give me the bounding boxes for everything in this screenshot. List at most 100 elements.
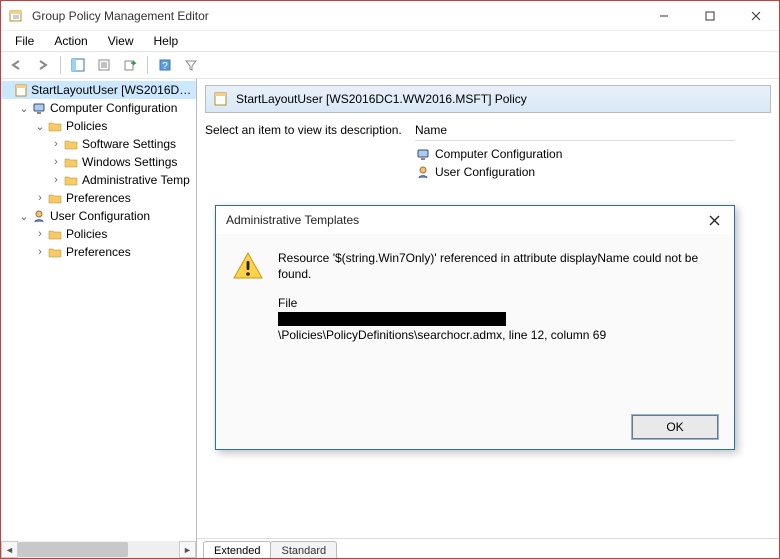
folder-icon (63, 154, 79, 170)
tab-label: Standard (281, 545, 326, 557)
list-item-computer-config[interactable]: Computer Configuration (415, 145, 771, 163)
folder-icon (47, 244, 63, 260)
tree-pane: StartLayoutUser [WS2016DC1.W ⌄ Computer … (1, 79, 197, 558)
close-button[interactable] (733, 1, 779, 30)
chevron-right-icon[interactable]: › (49, 156, 63, 168)
folder-icon (63, 172, 79, 188)
chevron-right-icon[interactable]: › (49, 138, 63, 150)
tree-label: Preferences (66, 191, 131, 205)
tabs-bar: Extended Standard (197, 538, 779, 558)
dialog-path-tail: \Policies\PolicyDefinitions\searchocr.ad… (278, 328, 606, 342)
toolbar-separator-2 (147, 56, 148, 74)
ok-button[interactable]: OK (632, 415, 718, 439)
scroll-thumb[interactable] (18, 542, 128, 557)
properties-button[interactable] (92, 54, 116, 76)
menu-action[interactable]: Action (46, 32, 95, 50)
chevron-down-icon[interactable]: ⌄ (33, 120, 47, 133)
dialog-message: Resource '$(string.Win7Only)' referenced… (278, 250, 718, 282)
tree-admin-templates[interactable]: › Administrative Temp (1, 171, 196, 189)
column-header-name[interactable]: Name (415, 123, 447, 140)
error-dialog: Administrative Templates Resource '$(str… (215, 205, 735, 450)
content-header-title: StartLayoutUser [WS2016DC1.WW2016.MSFT] … (236, 92, 527, 106)
toolbar-separator (60, 56, 61, 74)
chevron-right-icon[interactable]: › (33, 246, 47, 258)
dialog-title: Administrative Templates (216, 213, 694, 227)
tree-user-preferences[interactable]: › Preferences (1, 243, 196, 261)
maximize-button[interactable] (687, 1, 733, 30)
menu-bar: File Action View Help (1, 31, 779, 51)
content-header: StartLayoutUser [WS2016DC1.WW2016.MSFT] … (205, 85, 771, 113)
chevron-right-icon[interactable]: › (33, 192, 47, 204)
tree-label: User Configuration (50, 209, 150, 223)
chevron-down-icon[interactable]: ⌄ (17, 210, 31, 223)
policy-icon (212, 90, 230, 108)
user-icon (415, 164, 431, 180)
computer-icon (415, 146, 431, 162)
svg-text:?: ? (162, 61, 168, 72)
list-item-user-config[interactable]: User Configuration (415, 163, 771, 181)
chevron-down-icon[interactable]: ⌄ (17, 102, 31, 115)
forward-button[interactable] (31, 54, 55, 76)
tree-user-policies[interactable]: › Policies (1, 225, 196, 243)
list-item-label: User Configuration (435, 165, 535, 179)
warning-icon (232, 250, 264, 282)
folder-icon (63, 136, 79, 152)
tree-policies[interactable]: ⌄ Policies (1, 117, 196, 135)
dialog-message-row: Resource '$(string.Win7Only)' referenced… (232, 250, 718, 343)
scroll-track[interactable] (18, 541, 179, 558)
description-prompt: Select an item to view its description. (205, 123, 402, 137)
folder-icon (47, 226, 63, 242)
tree-computer-config[interactable]: ⌄ Computer Configuration (1, 99, 196, 117)
tab-extended[interactable]: Extended (203, 541, 271, 558)
scroll-right-button[interactable]: ► (179, 541, 196, 558)
dialog-file-path: \Policies\PolicyDefinitions\searchocr.ad… (278, 310, 718, 342)
tree-label: Windows Settings (82, 155, 177, 169)
help-button[interactable]: ? (153, 54, 177, 76)
dialog-text: Resource '$(string.Win7Only)' referenced… (278, 250, 718, 343)
tree-label: Software Settings (82, 137, 176, 151)
tree-label: Policies (66, 119, 107, 133)
toolbar: ? (1, 51, 779, 79)
tree-preferences[interactable]: › Preferences (1, 189, 196, 207)
window-controls (641, 1, 779, 30)
tree-root-label: StartLayoutUser [WS2016DC1.W (31, 83, 192, 97)
scroll-left-button[interactable]: ◄ (1, 541, 18, 558)
dialog-body: Resource '$(string.Win7Only)' referenced… (216, 234, 734, 449)
app-icon (5, 8, 27, 24)
dialog-title-bar[interactable]: Administrative Templates (216, 206, 734, 234)
folder-icon (47, 118, 63, 134)
dialog-buttons: OK (232, 405, 718, 439)
minimize-button[interactable] (641, 1, 687, 30)
menu-help[interactable]: Help (146, 32, 187, 50)
tree-label: Policies (66, 227, 107, 241)
tree-root[interactable]: StartLayoutUser [WS2016DC1.W (1, 81, 196, 99)
tree-user-config[interactable]: ⌄ User Configuration (1, 207, 196, 225)
show-hide-tree-button[interactable] (66, 54, 90, 76)
redacted-path (278, 312, 506, 326)
filter-button[interactable] (179, 54, 203, 76)
chevron-right-icon[interactable]: › (49, 174, 63, 186)
computer-icon (31, 100, 47, 116)
horizontal-scrollbar[interactable]: ◄ ► (1, 541, 196, 558)
tree-software-settings[interactable]: › Software Settings (1, 135, 196, 153)
menu-view[interactable]: View (100, 32, 142, 50)
tree[interactable]: StartLayoutUser [WS2016DC1.W ⌄ Computer … (1, 79, 196, 541)
chevron-right-icon[interactable]: › (33, 228, 47, 240)
main-window: Group Policy Management Editor File Acti… (0, 0, 780, 559)
folder-icon (47, 190, 63, 206)
tab-label: Extended (214, 545, 260, 557)
dialog-file-label: File (278, 296, 718, 310)
tab-standard[interactable]: Standard (270, 541, 337, 558)
tree-label: Computer Configuration (50, 101, 177, 115)
tree-label: Administrative Temp (82, 173, 190, 187)
user-icon (31, 208, 47, 224)
export-list-button[interactable] (118, 54, 142, 76)
title-bar: Group Policy Management Editor (1, 1, 779, 31)
policy-icon (14, 82, 28, 98)
back-button[interactable] (5, 54, 29, 76)
window-title: Group Policy Management Editor (27, 9, 641, 23)
list-item-label: Computer Configuration (435, 147, 562, 161)
dialog-close-button[interactable] (694, 206, 734, 234)
tree-windows-settings[interactable]: › Windows Settings (1, 153, 196, 171)
menu-file[interactable]: File (7, 32, 42, 50)
